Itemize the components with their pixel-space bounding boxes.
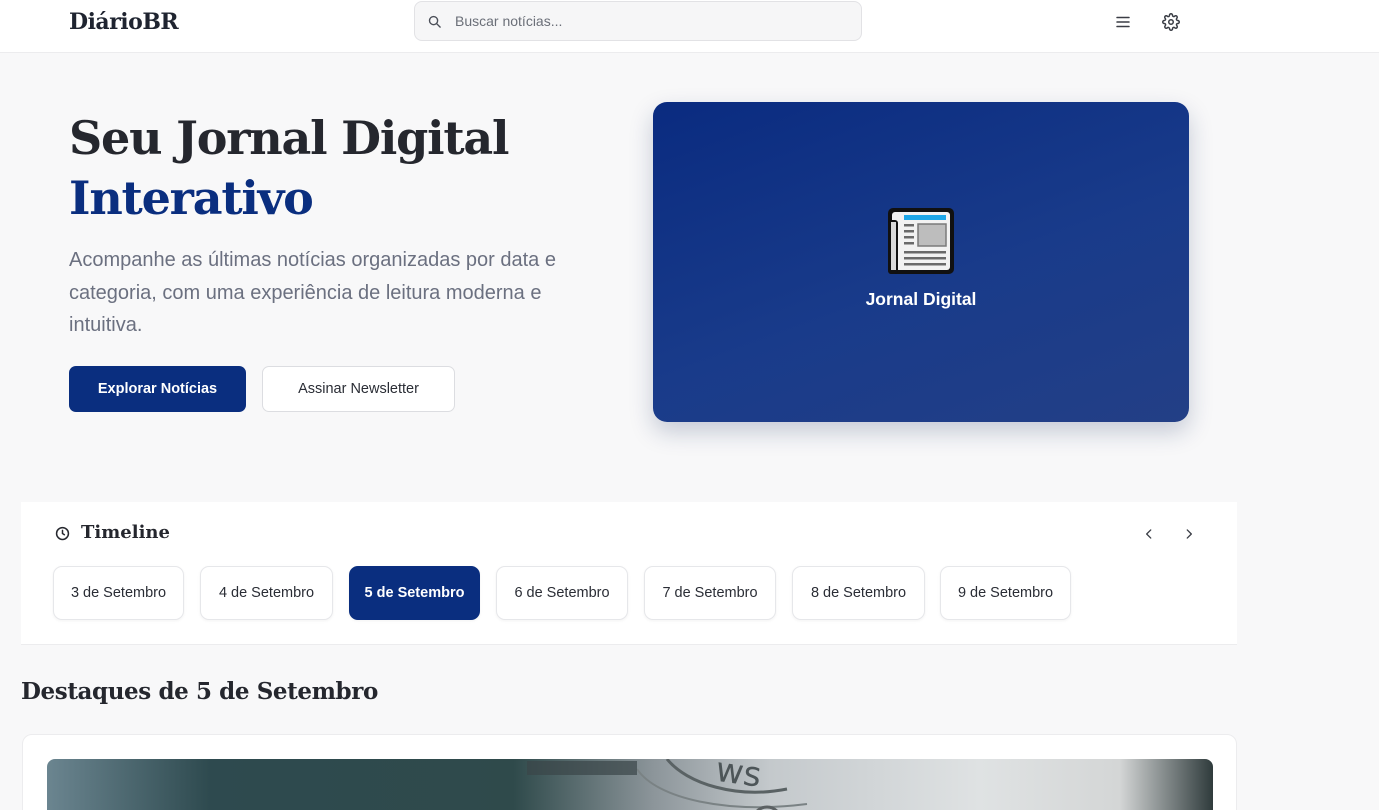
explore-news-button[interactable]: Explorar Notícias: [69, 366, 246, 412]
chevron-left-icon: [1146, 529, 1152, 539]
hero-title-line1: Seu Jornal Digital: [69, 111, 510, 165]
date-chip-sep-5[interactable]: 5 de Setembro: [349, 566, 480, 620]
svg-text:ws: ws: [713, 759, 764, 796]
timeline-next-button[interactable]: [1179, 524, 1199, 544]
gear-icon[interactable]: [1160, 11, 1182, 33]
hero-title: Seu Jornal Digital Interativo: [69, 108, 510, 228]
subscribe-newsletter-button[interactable]: Assinar Newsletter: [262, 366, 455, 412]
date-chip-sep-8[interactable]: 8 de Setembro: [792, 566, 925, 620]
search-input[interactable]: [455, 2, 855, 40]
typewriter-image-detail: ws: [527, 759, 808, 810]
date-chip-sep-6[interactable]: 6 de Setembro: [496, 566, 628, 620]
chevron-right-icon: [1186, 529, 1192, 539]
date-chip-sep-7[interactable]: 7 de Setembro: [644, 566, 776, 620]
hero-card-label: Jornal Digital: [865, 289, 977, 309]
hero-description: Acompanhe as últimas notícias organizada…: [69, 249, 556, 336]
search-icon: [428, 15, 441, 28]
date-chip-sep-3[interactable]: 3 de Setembro: [53, 566, 184, 620]
hero-card: Jornal Digital: [653, 102, 1189, 422]
search-bar[interactable]: [414, 1, 862, 41]
featured-article-image[interactable]: ws: [47, 759, 1213, 810]
timeline-title: Timeline: [81, 522, 170, 543]
top-header: DiárioBR: [0, 0, 1379, 53]
highlights-title: Destaques de 5 de Setembro: [21, 678, 378, 705]
timeline-panel: Timeline 3 de Setembro 4 de Setembro 5 d…: [21, 502, 1237, 645]
timeline-prev-button[interactable]: [1139, 524, 1159, 544]
clock-icon: [55, 526, 70, 541]
menu-icon[interactable]: [1112, 11, 1134, 33]
date-chip-sep-9[interactable]: 9 de Setembro: [940, 566, 1071, 620]
newspaper-icon: [888, 208, 954, 274]
hero-title-accent: Interativo: [69, 171, 314, 225]
site-logo[interactable]: DiárioBR: [69, 9, 179, 35]
featured-article-card[interactable]: ws: [22, 734, 1237, 810]
date-chip-sep-4[interactable]: 4 de Setembro: [200, 566, 333, 620]
